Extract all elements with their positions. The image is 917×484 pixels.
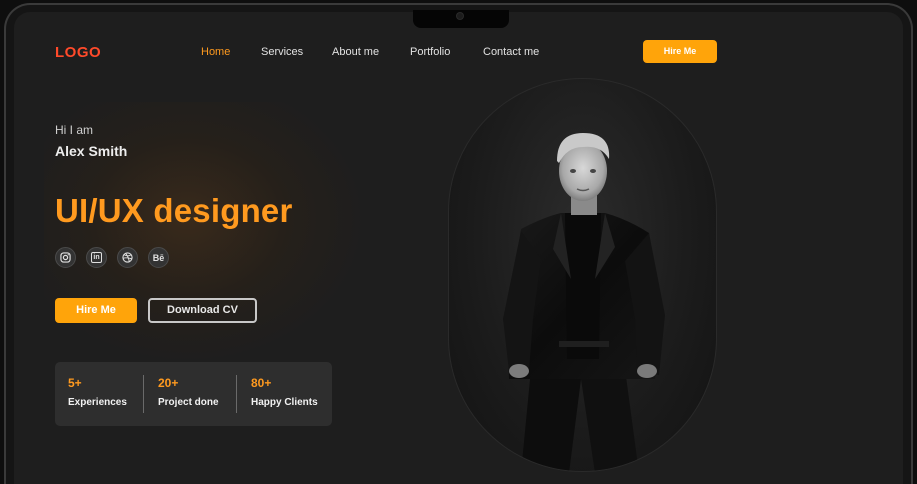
stat-label: Project done: [158, 397, 219, 408]
stat-projects: 20+ Project done: [158, 376, 219, 408]
stat-value: 5+: [68, 376, 82, 390]
linkedin-icon[interactable]: in: [86, 247, 107, 268]
hero-greeting: Hi I am: [55, 123, 94, 137]
instagram-icon[interactable]: [55, 247, 76, 268]
nav-link-services[interactable]: Services: [261, 46, 303, 58]
hero-role-title: UI/UX designer: [55, 192, 293, 229]
stat-label: Experiences: [68, 397, 127, 408]
dribbble-icon[interactable]: [117, 247, 138, 268]
webcam-icon: [457, 13, 463, 19]
stat-clients: 80+ Happy Clients: [251, 376, 318, 408]
behance-icon[interactable]: Bē: [148, 247, 169, 268]
stat-experience: 5+ Experiences: [68, 376, 127, 408]
dribbble-glyph: [122, 252, 133, 263]
stat-value: 80+: [251, 376, 272, 390]
stat-divider: [143, 375, 144, 413]
nav-link-contact[interactable]: Contact me: [483, 46, 539, 58]
nav-link-portfolio[interactable]: Portfolio: [410, 46, 450, 58]
stat-divider: [236, 375, 237, 413]
person-illustration: [503, 133, 665, 471]
hero-name: Alex Smith: [55, 143, 128, 159]
stats-card: 5+ Experiences 20+ Project done 80+ Happ…: [55, 362, 332, 426]
hire-me-button[interactable]: Hire Me: [55, 298, 137, 323]
laptop-device: LOGO Home Services About me Portfolio Co…: [0, 0, 917, 484]
download-cv-button[interactable]: Download CV: [148, 298, 257, 323]
camera-notch: [413, 10, 509, 28]
linkedin-glyph: in: [91, 252, 102, 263]
main-navigation: Home Services About me Portfolio Contact…: [14, 46, 903, 62]
nav-link-about[interactable]: About me: [332, 46, 379, 58]
instagram-glyph: [60, 252, 71, 263]
website-screen: LOGO Home Services About me Portfolio Co…: [14, 12, 903, 484]
profile-portrait: [448, 78, 717, 472]
background-glow: [44, 102, 364, 362]
stat-value: 20+: [158, 376, 179, 390]
stat-label: Happy Clients: [251, 397, 318, 408]
nav-link-home[interactable]: Home: [201, 46, 230, 58]
header-hire-button[interactable]: Hire Me: [643, 40, 717, 63]
